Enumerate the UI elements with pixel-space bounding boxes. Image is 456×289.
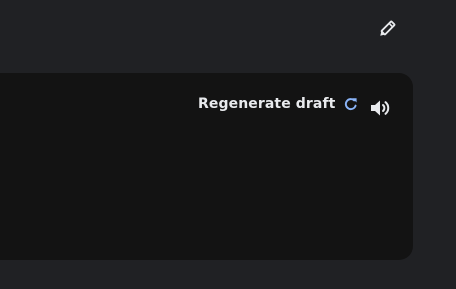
regenerate-draft-label: Regenerate draft: [198, 96, 336, 112]
refresh-icon: [343, 96, 359, 112]
edit-button[interactable]: [372, 14, 402, 44]
pencil-icon: [375, 17, 399, 41]
read-aloud-button[interactable]: [366, 94, 394, 122]
draft-view: Regenerate draft: [0, 0, 456, 289]
regenerate-draft-button[interactable]: Regenerate draft: [198, 92, 359, 116]
volume-icon: [368, 96, 392, 120]
